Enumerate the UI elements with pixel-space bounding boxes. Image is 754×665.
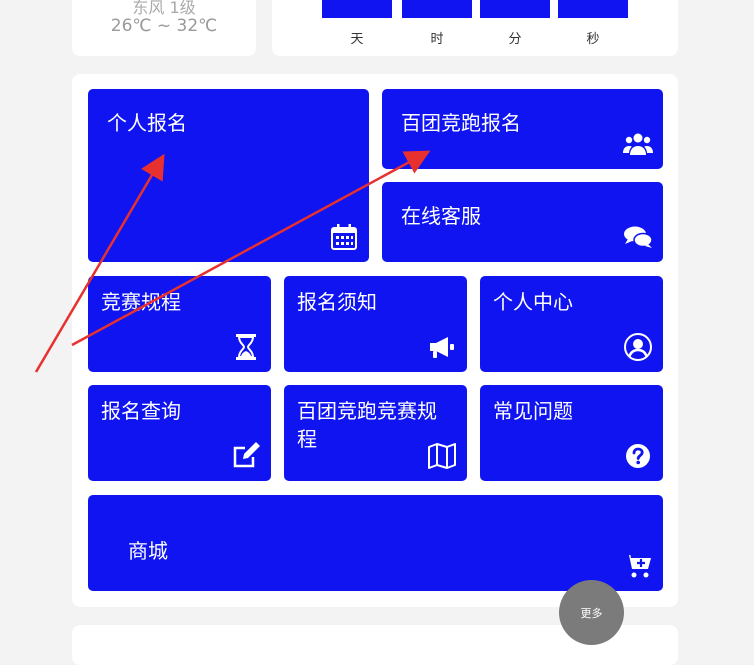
countdown-days-label: 天 — [350, 32, 364, 47]
countdown-hours-label: 时 — [430, 32, 444, 47]
tile-race-rules-label: 竞赛规程 — [101, 290, 181, 314]
tile-race-rules[interactable]: 竞赛规程 — [88, 276, 271, 372]
tile-faq[interactable]: 常见问题 — [480, 385, 663, 481]
countdown-minutes-box — [480, 0, 550, 18]
megaphone-icon — [427, 332, 457, 362]
tile-mall-label: 商城 — [128, 539, 168, 563]
countdown-hours-box — [402, 0, 472, 18]
tile-group-signup[interactable]: 百团竞跑报名 — [382, 89, 663, 169]
weather-temperature: 26℃ ~ 32℃ — [110, 16, 218, 36]
countdown-seconds-label: 秒 — [586, 32, 600, 47]
countdown-minutes-label: 分 — [508, 32, 522, 47]
question-circle-icon — [623, 441, 653, 471]
tile-group-race-rules[interactable]: 百团竞跑竞赛规程 — [284, 385, 467, 481]
chat-bubbles-icon — [623, 222, 653, 252]
tile-personal-center[interactable]: 个人中心 — [480, 276, 663, 372]
tile-online-service-label: 在线客服 — [401, 204, 481, 228]
countdown-card: 天 时 分 秒 — [272, 0, 678, 56]
tile-personal-signup-label: 个人报名 — [107, 111, 187, 135]
user-circle-icon — [623, 332, 653, 362]
tile-personal-center-label: 个人中心 — [493, 290, 573, 314]
weather-card: 东风 1级 26℃ ~ 32℃ — [72, 0, 256, 56]
cart-plus-icon — [623, 551, 653, 581]
edit-icon — [231, 441, 261, 471]
tile-group-signup-label: 百团竞跑报名 — [401, 111, 521, 135]
tile-signup-query-label: 报名查询 — [101, 399, 181, 423]
countdown-seconds-box — [558, 0, 628, 18]
tile-faq-label: 常见问题 — [493, 399, 573, 423]
tile-signup-notice-label: 报名须知 — [297, 290, 377, 314]
map-icon — [427, 441, 457, 471]
users-group-icon — [623, 129, 653, 159]
tile-mall[interactable]: 商城 — [88, 495, 663, 591]
hourglass-icon — [231, 332, 261, 362]
tile-online-service[interactable]: 在线客服 — [382, 182, 663, 262]
more-button[interactable]: 更多 — [559, 580, 624, 645]
tile-signup-notice[interactable]: 报名须知 — [284, 276, 467, 372]
tile-signup-query[interactable]: 报名查询 — [88, 385, 271, 481]
tile-personal-signup[interactable]: 个人报名 — [88, 89, 369, 262]
calendar-icon — [329, 222, 359, 252]
countdown-days-box — [322, 0, 392, 18]
